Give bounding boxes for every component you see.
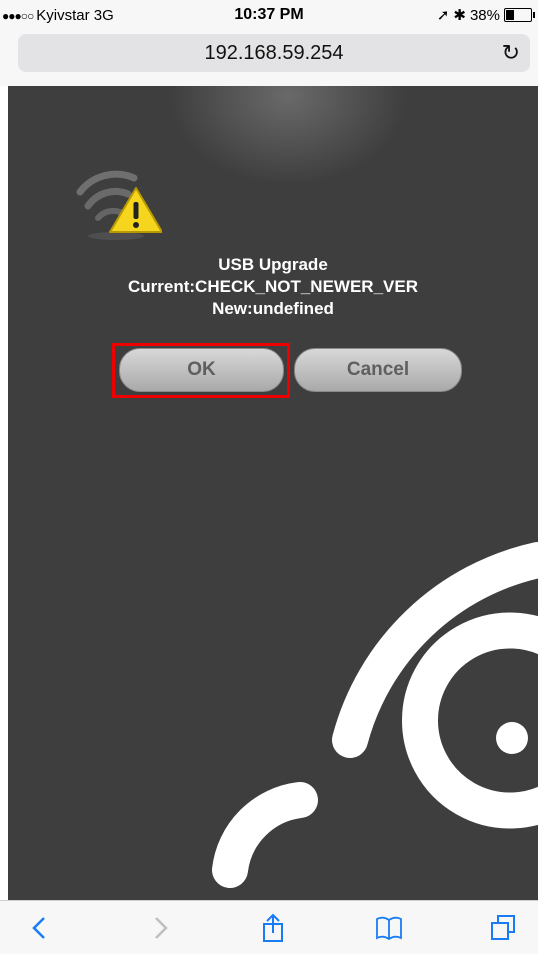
status-bar: ●●●○○ Kyivstar 3G 10:37 PM ➚ ✱ 38%	[0, 0, 538, 30]
cancel-button[interactable]: Cancel	[294, 348, 462, 392]
battery-icon	[504, 8, 535, 22]
web-page: USB Upgrade Current:CHECK_NOT_NEWER_VER …	[8, 86, 538, 900]
warning-icon	[76, 170, 162, 240]
background-glow	[168, 86, 408, 186]
back-icon[interactable]	[26, 913, 56, 943]
highlight-box	[112, 343, 290, 398]
new-version: New:undefined	[212, 299, 334, 318]
current-version: Current:CHECK_NOT_NEWER_VER	[128, 277, 418, 296]
url-text[interactable]: 192.168.59.254	[18, 42, 530, 65]
bookmarks-icon[interactable]	[374, 913, 404, 943]
dialog-title: USB Upgrade	[218, 255, 328, 274]
browser-header: 192.168.59.254 ↻	[0, 30, 538, 86]
reload-icon[interactable]: ↻	[502, 40, 520, 66]
tabs-icon[interactable]	[488, 913, 518, 943]
battery-fill	[506, 10, 514, 20]
location-arrow-icon: ➚	[436, 7, 450, 24]
address-bar[interactable]: 192.168.59.254 ↻	[18, 34, 530, 72]
share-icon[interactable]	[258, 913, 288, 943]
dialog-message: USB Upgrade Current:CHECK_NOT_NEWER_VER …	[8, 254, 538, 320]
bluetooth-icon: ✱	[453, 7, 466, 24]
status-right: ➚ ✱ 38%	[436, 6, 535, 24]
forward-icon[interactable]	[144, 913, 174, 943]
battery-percent: 38%	[469, 6, 500, 24]
browser-toolbar	[0, 900, 538, 954]
